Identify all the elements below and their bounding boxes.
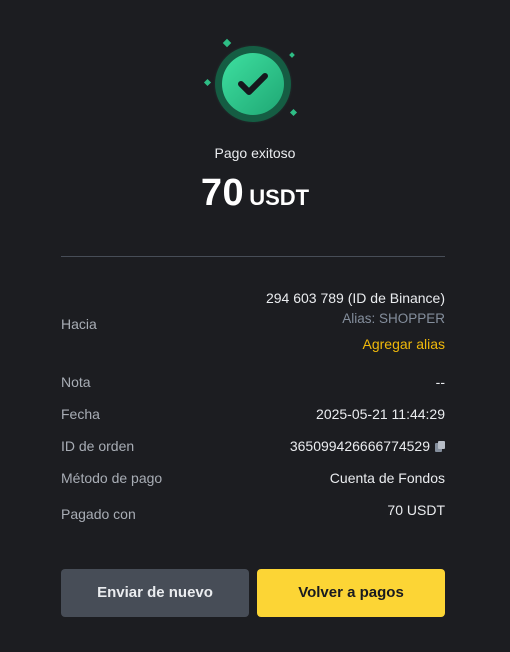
payment-success-page: Pago exitoso 70 USDT Hacia 294 603 789 (I… [0, 0, 510, 652]
amount-value: 70 [200, 172, 245, 214]
copy-icon[interactable] [435, 439, 445, 452]
check-circle-icon [203, 38, 301, 136]
order-id-row: 365099426666774529 [290, 438, 445, 454]
order-id-label: ID de orden [61, 438, 135, 454]
recipient-alias: Alias: SHOPPER [342, 311, 445, 326]
to-label: Hacia [61, 316, 97, 332]
divider [61, 256, 445, 257]
recipient-id: 294 603 789 (ID de Binance) [265, 290, 445, 306]
amount-display: 70 USDT [0, 172, 510, 215]
date-value: 2025-05-21 11:44:29 [316, 406, 445, 422]
paid-with-label: Pagado con [61, 506, 136, 522]
order-id-value: 365099426666774529 [289, 438, 430, 454]
payment-method-label: Método de pago [61, 470, 163, 486]
payment-method-value: Cuenta de Fondos [329, 470, 445, 486]
note-label: Nota [61, 374, 91, 390]
note-value: -- [435, 374, 445, 390]
paid-with-value: 70 USDT [387, 502, 445, 518]
back-to-payments-button[interactable]: Volver a pagos [257, 569, 445, 617]
amount-unit: USDT [249, 185, 310, 210]
status-text: Pago exitoso [214, 145, 296, 161]
send-again-button[interactable]: Enviar de nuevo [61, 569, 249, 617]
date-label: Fecha [61, 406, 100, 422]
add-alias-link[interactable]: Agregar alias [363, 336, 446, 352]
